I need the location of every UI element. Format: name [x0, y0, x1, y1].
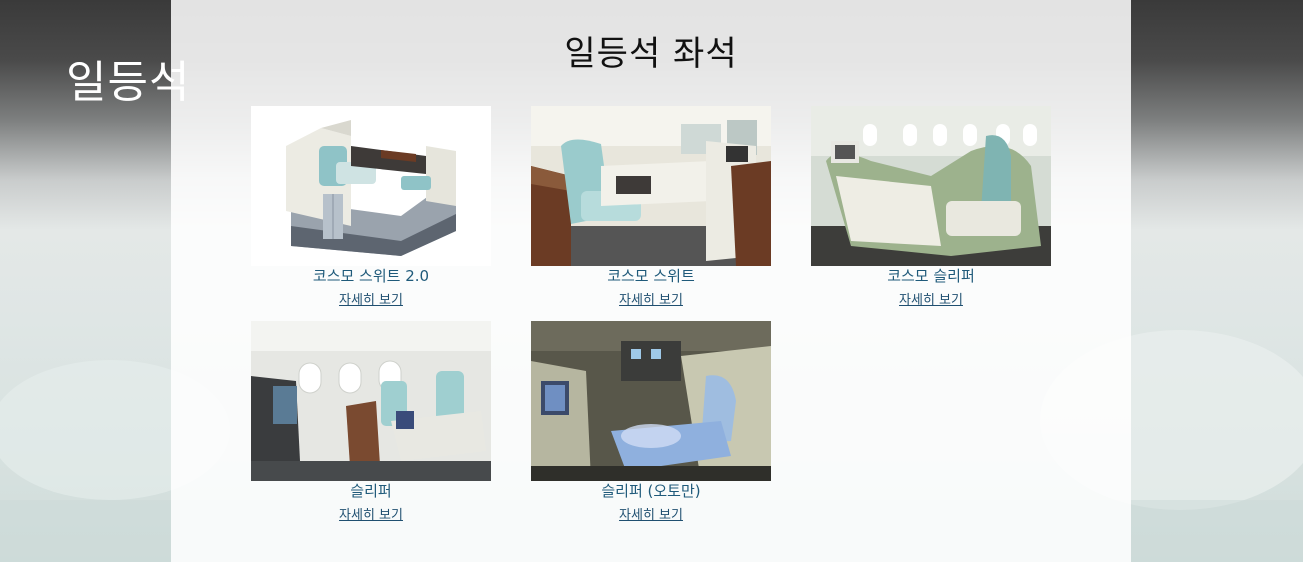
- details-link[interactable]: 자세히 보기: [619, 504, 683, 523]
- details-link[interactable]: 자세히 보기: [339, 289, 403, 308]
- details-link[interactable]: 자세히 보기: [339, 504, 403, 523]
- seat-card-sleeper: 슬리퍼 자세히 보기: [251, 321, 491, 523]
- kosmo-suite-image[interactable]: [531, 106, 771, 266]
- seat-name: 코스모 스위트 2.0: [312, 267, 430, 285]
- details-link[interactable]: 자세히 보기: [899, 289, 963, 308]
- kosmo-sleeper-image[interactable]: [811, 106, 1051, 266]
- seat-name: 슬리퍼 (오토만): [601, 482, 701, 500]
- seat-name: 코스모 스위트: [607, 267, 695, 285]
- seat-card-kosmo-suite: 코스모 스위트 자세히 보기: [531, 106, 771, 308]
- kosmo-suite-2-image[interactable]: [251, 106, 491, 266]
- seat-name: 슬리퍼: [350, 482, 392, 500]
- seat-card-kosmo-sleeper: 코스모 슬리퍼 자세히 보기: [811, 106, 1051, 308]
- seat-name: 코스모 슬리퍼: [887, 267, 975, 285]
- section-title: 일등석 좌석: [564, 34, 738, 74]
- details-link[interactable]: 자세히 보기: [619, 289, 683, 308]
- sleeper-ottoman-image[interactable]: [531, 321, 771, 481]
- seat-card-sleeper-ottoman: 슬리퍼 (오토만) 자세히 보기: [531, 321, 771, 523]
- seat-card-kosmo-suite-2: 코스모 스위트 2.0 자세히 보기: [251, 106, 491, 308]
- sleeper-image[interactable]: [251, 321, 491, 481]
- seat-panel: 일등석 좌석 코스모 스위트 2.0 자세히 보기 코스모 스위트 자세히 보기…: [171, 0, 1131, 562]
